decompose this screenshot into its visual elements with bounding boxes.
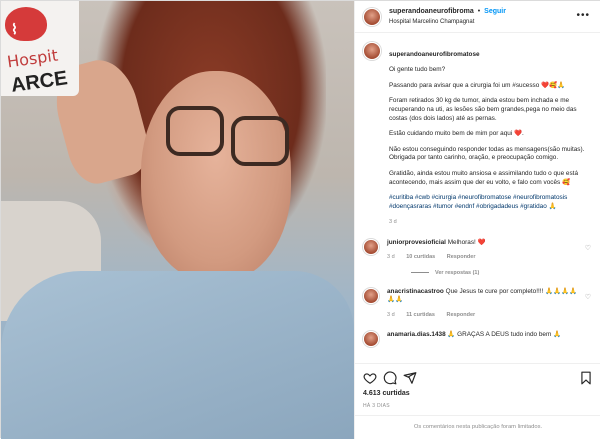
commenter-username[interactable]: juniorprovesioficial [387, 239, 446, 246]
caption-paragraph: Não estou conseguindo responder todas as… [389, 145, 585, 162]
comment-text: Melhoras! ❤️ [445, 238, 486, 246]
hospital-sign-bold-text: ARCE [9, 67, 69, 97]
post-header: superandoaneurofibroma • Seguir Hospital… [355, 1, 600, 33]
caption-time[interactable]: 3 d [389, 218, 593, 227]
caption-paragraph: Oi gente tudo bem? [389, 66, 446, 74]
commenter-username[interactable]: anamaria.dias.1438 [387, 331, 446, 338]
hospital-sign: ⌇ Hospit ARCE [1, 1, 79, 97]
hospital-sign-text: Hospit [5, 45, 60, 72]
separator-dot: • [477, 7, 481, 15]
caption-username[interactable]: superandoaneurofibromatose [389, 51, 480, 58]
post-photo[interactable]: ⌇ Hospit ARCE [1, 1, 354, 439]
author-avatar[interactable] [363, 7, 381, 26]
author-username[interactable]: superandoaneurofibroma [389, 8, 474, 15]
reply-button[interactable]: Responder [447, 254, 476, 260]
comment-time[interactable]: 3 d [387, 312, 395, 318]
hospital-gown [1, 271, 354, 439]
caption-paragraph: Estão cuidando muito bem de mim por aqui… [389, 130, 524, 138]
like-heart-icon[interactable] [363, 371, 377, 385]
caption-paragraph: Passando para avisar que a cirurgia foi … [389, 81, 565, 89]
comment-text: 🙏 GRAÇAS A DEUS tudo indo bem 🙏 [445, 331, 561, 339]
comment-like-icon[interactable]: ♡ [585, 244, 591, 252]
glasses-right-lens [231, 116, 289, 166]
post-dialog: ⌇ Hospit ARCE superandoaneurofibroma • S… [0, 0, 600, 439]
author-info: superandoaneurofibroma • Seguir Hospital… [389, 7, 506, 27]
share-paper-plane-icon[interactable] [403, 371, 417, 385]
save-bookmark-icon[interactable] [579, 371, 593, 385]
caption-paragraph: Gratidão, ainda estou muito ansiosa e as… [389, 169, 578, 186]
comment: anacristinacastroo Que Jesus te cure por… [363, 287, 593, 320]
comment-time[interactable]: 3 d [387, 254, 395, 260]
comment-body: juniorprovesioficial Melhoras! ❤️ 3 d 10… [387, 239, 583, 262]
caption-avatar[interactable] [363, 42, 381, 60]
comment-likes[interactable]: 10 curtidas [406, 254, 435, 260]
glasses-left-lens [166, 106, 224, 156]
comment-bubble-icon[interactable] [383, 371, 397, 385]
likes-count[interactable]: 4.613 curtidas [363, 390, 410, 397]
comment-meta: 3 d 11 curtidas Responder [387, 311, 583, 320]
comment: anamaria.dias.1438 🙏 GRAÇAS A DEUS tudo … [363, 331, 593, 348]
more-options-icon[interactable]: ••• [576, 10, 590, 21]
comment-body: anamaria.dias.1438 🙏 GRAÇAS A DEUS tudo … [387, 331, 583, 347]
commenter-username[interactable]: anacristinacastroo [387, 288, 444, 295]
comment-body: anacristinacastroo Que Jesus te cure por… [387, 288, 583, 320]
heartbeat-line-icon: ⌇ [11, 21, 18, 37]
post-date[interactable]: HÁ 3 DIAS [363, 403, 390, 409]
comment-like-icon[interactable]: ♡ [585, 293, 591, 301]
caption-body: superandoaneurofibromatose Oi gente tudo… [389, 42, 593, 227]
caption-hashtags[interactable]: #curitiba #cwb #cirurgia #neurofibromato… [389, 194, 593, 211]
post-caption: superandoaneurofibromatose Oi gente tudo… [363, 42, 593, 227]
follow-button[interactable]: Seguir [484, 8, 506, 15]
comment: juniorprovesioficial Melhoras! ❤️ 3 d 10… [363, 238, 593, 262]
reply-button[interactable]: Responder [446, 312, 475, 318]
commenter-avatar[interactable] [363, 287, 379, 304]
commenter-avatar[interactable] [363, 331, 379, 348]
replies-dash [411, 271, 429, 273]
action-bar [355, 363, 600, 387]
post-location[interactable]: Hospital Marcelino Champagnat [389, 17, 506, 27]
post-side-panel: superandoaneurofibroma • Seguir Hospital… [354, 1, 600, 439]
caption-paragraph: Foram retirados 30 kg de tumor, ainda es… [389, 97, 577, 122]
comment-likes[interactable]: 11 curtidas [406, 312, 435, 318]
view-replies-button[interactable]: Ver respostas (1) [411, 270, 593, 276]
view-replies-label: Ver respostas (1) [435, 269, 480, 276]
comment-meta: 3 d 10 curtidas Responder [387, 253, 583, 262]
face [141, 71, 291, 281]
comments-limited-notice: Os comentários nesta publicação foram li… [355, 415, 600, 439]
commenter-avatar[interactable] [363, 238, 379, 255]
comments-scroll-area[interactable]: superandoaneurofibromatose Oi gente tudo… [355, 34, 600, 363]
